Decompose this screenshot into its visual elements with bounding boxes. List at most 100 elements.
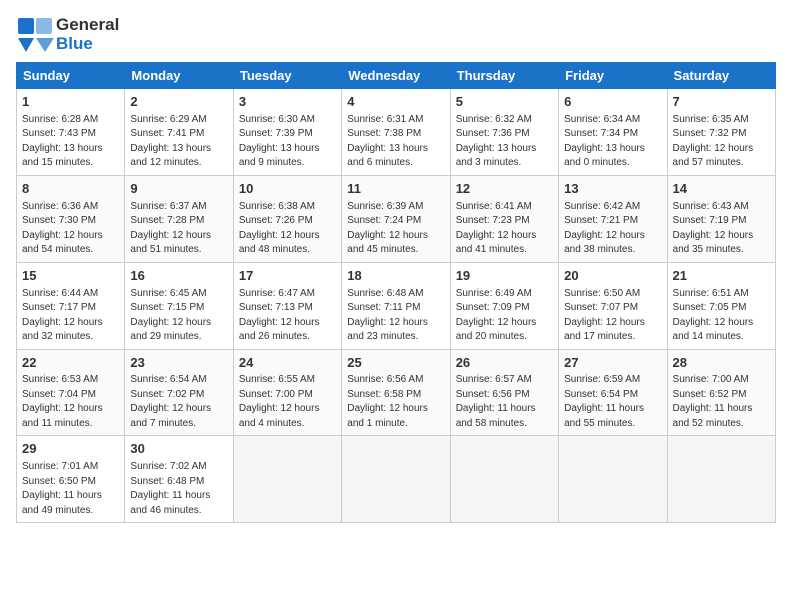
day-number: 26 xyxy=(456,354,553,373)
day-number: 10 xyxy=(239,180,336,199)
day-info: Sunrise: 6:59 AMSunset: 6:54 PMDaylight:… xyxy=(564,373,661,431)
day-info: Sunrise: 6:38 AMSunset: 7:26 PMDaylight:… xyxy=(239,200,336,258)
day-number: 9 xyxy=(130,180,227,199)
calendar-table: Sunday Monday Tuesday Wednesday Thursday… xyxy=(16,62,776,523)
logo: General Blue xyxy=(16,16,119,54)
day-info: Sunrise: 6:34 AMSunset: 7:34 PMDaylight:… xyxy=(564,113,661,171)
table-row: 7Sunrise: 6:35 AMSunset: 7:32 PMDaylight… xyxy=(667,89,775,176)
day-number: 30 xyxy=(130,440,227,459)
week-row-3: 15Sunrise: 6:44 AMSunset: 7:17 PMDayligh… xyxy=(17,262,776,349)
table-row: 8Sunrise: 6:36 AMSunset: 7:30 PMDaylight… xyxy=(17,175,125,262)
day-info: Sunrise: 6:47 AMSunset: 7:13 PMDaylight:… xyxy=(239,287,336,345)
header-row: Sunday Monday Tuesday Wednesday Thursday… xyxy=(17,63,776,89)
day-info: Sunrise: 6:39 AMSunset: 7:24 PMDaylight:… xyxy=(347,200,444,258)
table-row: 18Sunrise: 6:48 AMSunset: 7:11 PMDayligh… xyxy=(342,262,450,349)
table-row: 9Sunrise: 6:37 AMSunset: 7:28 PMDaylight… xyxy=(125,175,233,262)
table-row: 5Sunrise: 6:32 AMSunset: 7:36 PMDaylight… xyxy=(450,89,558,176)
table-row: 10Sunrise: 6:38 AMSunset: 7:26 PMDayligh… xyxy=(233,175,341,262)
logo-general: General xyxy=(56,16,119,35)
day-number: 24 xyxy=(239,354,336,373)
table-row: 21Sunrise: 6:51 AMSunset: 7:05 PMDayligh… xyxy=(667,262,775,349)
day-info: Sunrise: 6:35 AMSunset: 7:32 PMDaylight:… xyxy=(673,113,770,171)
day-info: Sunrise: 7:01 AMSunset: 6:50 PMDaylight:… xyxy=(22,460,119,518)
day-number: 5 xyxy=(456,93,553,112)
day-info: Sunrise: 7:02 AMSunset: 6:48 PMDaylight:… xyxy=(130,460,227,518)
day-info: Sunrise: 6:31 AMSunset: 7:38 PMDaylight:… xyxy=(347,113,444,171)
table-row: 20Sunrise: 6:50 AMSunset: 7:07 PMDayligh… xyxy=(559,262,667,349)
day-number: 23 xyxy=(130,354,227,373)
col-sunday: Sunday xyxy=(17,63,125,89)
table-row xyxy=(667,436,775,523)
day-number: 17 xyxy=(239,267,336,286)
day-number: 7 xyxy=(673,93,770,112)
day-number: 1 xyxy=(22,93,119,112)
day-info: Sunrise: 6:37 AMSunset: 7:28 PMDaylight:… xyxy=(130,200,227,258)
table-row: 13Sunrise: 6:42 AMSunset: 7:21 PMDayligh… xyxy=(559,175,667,262)
table-row: 2Sunrise: 6:29 AMSunset: 7:41 PMDaylight… xyxy=(125,89,233,176)
table-row: 24Sunrise: 6:55 AMSunset: 7:00 PMDayligh… xyxy=(233,349,341,436)
day-info: Sunrise: 6:53 AMSunset: 7:04 PMDaylight:… xyxy=(22,373,119,431)
day-number: 3 xyxy=(239,93,336,112)
day-info: Sunrise: 6:48 AMSunset: 7:11 PMDaylight:… xyxy=(347,287,444,345)
table-row: 29Sunrise: 7:01 AMSunset: 6:50 PMDayligh… xyxy=(17,436,125,523)
week-row-2: 8Sunrise: 6:36 AMSunset: 7:30 PMDaylight… xyxy=(17,175,776,262)
table-row: 14Sunrise: 6:43 AMSunset: 7:19 PMDayligh… xyxy=(667,175,775,262)
table-row: 11Sunrise: 6:39 AMSunset: 7:24 PMDayligh… xyxy=(342,175,450,262)
day-number: 18 xyxy=(347,267,444,286)
day-number: 29 xyxy=(22,440,119,459)
day-info: Sunrise: 6:32 AMSunset: 7:36 PMDaylight:… xyxy=(456,113,553,171)
table-row: 23Sunrise: 6:54 AMSunset: 7:02 PMDayligh… xyxy=(125,349,233,436)
day-info: Sunrise: 6:49 AMSunset: 7:09 PMDaylight:… xyxy=(456,287,553,345)
day-number: 16 xyxy=(130,267,227,286)
day-number: 22 xyxy=(22,354,119,373)
day-number: 14 xyxy=(673,180,770,199)
day-info: Sunrise: 6:30 AMSunset: 7:39 PMDaylight:… xyxy=(239,113,336,171)
day-info: Sunrise: 6:55 AMSunset: 7:00 PMDaylight:… xyxy=(239,373,336,431)
day-number: 13 xyxy=(564,180,661,199)
page: General Blue Sunday Monday Tuesday Wedne… xyxy=(0,0,792,612)
logo-icon xyxy=(16,16,54,54)
table-row: 12Sunrise: 6:41 AMSunset: 7:23 PMDayligh… xyxy=(450,175,558,262)
day-number: 8 xyxy=(22,180,119,199)
day-number: 19 xyxy=(456,267,553,286)
day-info: Sunrise: 6:50 AMSunset: 7:07 PMDaylight:… xyxy=(564,287,661,345)
day-number: 27 xyxy=(564,354,661,373)
col-monday: Monday xyxy=(125,63,233,89)
col-tuesday: Tuesday xyxy=(233,63,341,89)
day-number: 21 xyxy=(673,267,770,286)
day-number: 28 xyxy=(673,354,770,373)
day-info: Sunrise: 6:29 AMSunset: 7:41 PMDaylight:… xyxy=(130,113,227,171)
table-row: 4Sunrise: 6:31 AMSunset: 7:38 PMDaylight… xyxy=(342,89,450,176)
day-number: 4 xyxy=(347,93,444,112)
table-row: 17Sunrise: 6:47 AMSunset: 7:13 PMDayligh… xyxy=(233,262,341,349)
table-row: 22Sunrise: 6:53 AMSunset: 7:04 PMDayligh… xyxy=(17,349,125,436)
day-number: 12 xyxy=(456,180,553,199)
col-friday: Friday xyxy=(559,63,667,89)
table-row: 25Sunrise: 6:56 AMSunset: 6:58 PMDayligh… xyxy=(342,349,450,436)
table-row: 3Sunrise: 6:30 AMSunset: 7:39 PMDaylight… xyxy=(233,89,341,176)
table-row xyxy=(342,436,450,523)
day-number: 6 xyxy=(564,93,661,112)
day-number: 11 xyxy=(347,180,444,199)
week-row-1: 1Sunrise: 6:28 AMSunset: 7:43 PMDaylight… xyxy=(17,89,776,176)
day-number: 25 xyxy=(347,354,444,373)
day-info: Sunrise: 6:54 AMSunset: 7:02 PMDaylight:… xyxy=(130,373,227,431)
table-row: 26Sunrise: 6:57 AMSunset: 6:56 PMDayligh… xyxy=(450,349,558,436)
table-row: 15Sunrise: 6:44 AMSunset: 7:17 PMDayligh… xyxy=(17,262,125,349)
day-info: Sunrise: 7:00 AMSunset: 6:52 PMDaylight:… xyxy=(673,373,770,431)
header-area: General Blue xyxy=(16,16,776,54)
day-info: Sunrise: 6:42 AMSunset: 7:21 PMDaylight:… xyxy=(564,200,661,258)
table-row xyxy=(450,436,558,523)
table-row xyxy=(559,436,667,523)
table-row: 30Sunrise: 7:02 AMSunset: 6:48 PMDayligh… xyxy=(125,436,233,523)
day-info: Sunrise: 6:36 AMSunset: 7:30 PMDaylight:… xyxy=(22,200,119,258)
day-info: Sunrise: 6:51 AMSunset: 7:05 PMDaylight:… xyxy=(673,287,770,345)
day-info: Sunrise: 6:43 AMSunset: 7:19 PMDaylight:… xyxy=(673,200,770,258)
col-thursday: Thursday xyxy=(450,63,558,89)
day-info: Sunrise: 6:41 AMSunset: 7:23 PMDaylight:… xyxy=(456,200,553,258)
table-row xyxy=(233,436,341,523)
table-row: 6Sunrise: 6:34 AMSunset: 7:34 PMDaylight… xyxy=(559,89,667,176)
table-row: 16Sunrise: 6:45 AMSunset: 7:15 PMDayligh… xyxy=(125,262,233,349)
week-row-5: 29Sunrise: 7:01 AMSunset: 6:50 PMDayligh… xyxy=(17,436,776,523)
col-saturday: Saturday xyxy=(667,63,775,89)
